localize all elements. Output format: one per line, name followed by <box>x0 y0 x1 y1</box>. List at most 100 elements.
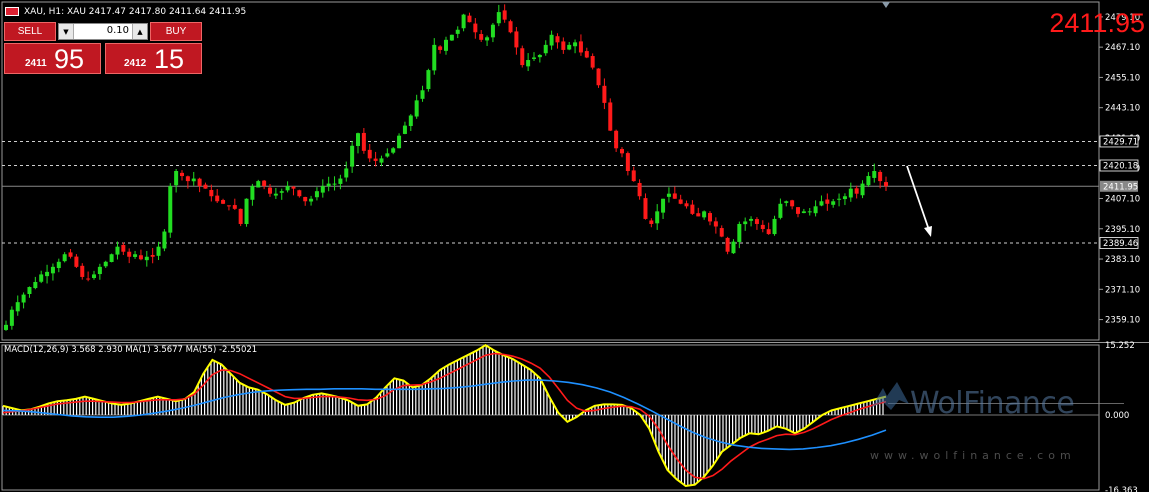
candle-body <box>133 254 138 257</box>
candle-body <box>520 48 525 66</box>
triangle-down-icon[interactable]: ▼ <box>59 24 74 39</box>
triangle-up-icon[interactable]: ▲ <box>132 24 147 39</box>
price-level-label: 2389.46 <box>1103 239 1138 249</box>
candle-body <box>144 256 149 261</box>
candle-body <box>766 229 771 235</box>
price-level-label: 2411.95 <box>1103 182 1138 192</box>
candle-body <box>420 90 425 99</box>
candle-body <box>74 256 79 267</box>
candle-body <box>109 254 114 262</box>
candle-body <box>432 44 437 71</box>
candle-body <box>684 203 689 207</box>
candle-body <box>549 34 554 46</box>
candle-body <box>784 201 789 203</box>
candle-body <box>185 176 190 182</box>
candle-body <box>391 148 396 153</box>
candle-body <box>309 198 314 202</box>
candle-body <box>614 130 619 149</box>
candle-body <box>449 34 454 41</box>
candle-body <box>584 51 589 58</box>
candle-body <box>344 168 349 178</box>
buy-quote-button[interactable]: 2412 15 <box>105 43 202 74</box>
macd-indicator-label: MACD(12,26,9) 3.568 2.930 MA(1) 3.5677 M… <box>4 345 258 355</box>
candle-body <box>831 201 836 205</box>
price-axis-label: 2467.10 <box>1105 43 1140 53</box>
candle-body <box>655 211 660 224</box>
candle-body <box>743 221 748 225</box>
candle-body <box>250 186 255 200</box>
candle-body <box>573 42 578 47</box>
candle-body <box>537 54 542 58</box>
candle-body <box>320 186 325 193</box>
candle-body <box>332 183 337 185</box>
candle-body <box>473 23 478 33</box>
candle-body <box>790 200 795 207</box>
candle-body <box>772 218 777 235</box>
candle-body <box>878 171 883 182</box>
sell-quote-button[interactable]: 2411 95 <box>4 43 101 74</box>
price-axis-label: 2455.10 <box>1105 73 1140 83</box>
candle-body <box>801 211 806 214</box>
candle-body <box>103 261 108 267</box>
current-price-display: 2411.95 <box>1049 8 1145 38</box>
candle-body <box>661 198 666 213</box>
candle-body <box>356 133 360 147</box>
wolf-logo-icon <box>871 382 909 410</box>
buy-price-small: 2412 <box>124 58 147 69</box>
candle-body <box>138 255 143 260</box>
sell-price-large: 95 <box>54 44 85 74</box>
candle-body <box>350 145 355 167</box>
candle-body <box>232 205 237 209</box>
candle-body <box>4 324 8 330</box>
buy-price-large: 15 <box>154 44 185 74</box>
price-level-label: 2420.18 <box>1103 162 1138 172</box>
candle-body <box>508 21 513 33</box>
candle-body <box>180 172 184 177</box>
candle-body <box>86 278 91 280</box>
candle-body <box>567 44 572 50</box>
candle-body <box>690 204 695 214</box>
volume-value[interactable]: 0.10 <box>107 25 129 36</box>
candle-body <box>590 56 595 68</box>
wolfinance-watermark: WolFinance www.wolfinance.com <box>865 376 1115 466</box>
candle-body <box>602 85 607 103</box>
candle-body <box>361 132 366 151</box>
price-axis-label: 2407.10 <box>1105 194 1140 204</box>
candle-body <box>174 171 179 186</box>
watermark-url: www.wolfinance.com <box>870 449 1076 462</box>
candle-body <box>9 309 14 326</box>
candle-body <box>807 211 812 213</box>
candle-body <box>526 60 531 67</box>
candle-body <box>608 102 613 131</box>
candle-body <box>467 15 472 23</box>
candle-body <box>402 125 407 134</box>
buy-button[interactable]: BUY <box>150 22 202 41</box>
forecast-arrow-line <box>906 165 930 231</box>
price-axis-label: 2383.10 <box>1105 255 1140 265</box>
forecast-arrow-head-icon <box>924 226 932 237</box>
candle-body <box>279 191 284 193</box>
candle-body <box>326 183 331 187</box>
candle-body <box>837 198 842 200</box>
candle-body <box>238 208 243 224</box>
candle-body <box>92 274 96 279</box>
candle-body <box>490 24 495 38</box>
candle-body <box>854 188 859 194</box>
watermark-name: WolFinance <box>910 386 1075 421</box>
candle-body <box>191 178 196 182</box>
candle-body <box>514 31 519 48</box>
sell-button[interactable]: SELL <box>4 22 56 41</box>
candle-body <box>625 153 630 171</box>
candle-body <box>297 190 302 197</box>
candle-body <box>578 41 583 53</box>
candle-body <box>68 252 73 257</box>
volume-field[interactable]: ▼ 0.10 ▲ <box>58 23 148 40</box>
candle-body <box>303 196 308 202</box>
price-axis-label: 2359.10 <box>1105 316 1140 326</box>
candle-body <box>379 158 384 163</box>
candle-body <box>842 196 847 200</box>
candle-body <box>115 246 120 255</box>
candle-body <box>226 205 231 207</box>
candle-body <box>649 220 654 224</box>
candle-body <box>555 36 560 43</box>
